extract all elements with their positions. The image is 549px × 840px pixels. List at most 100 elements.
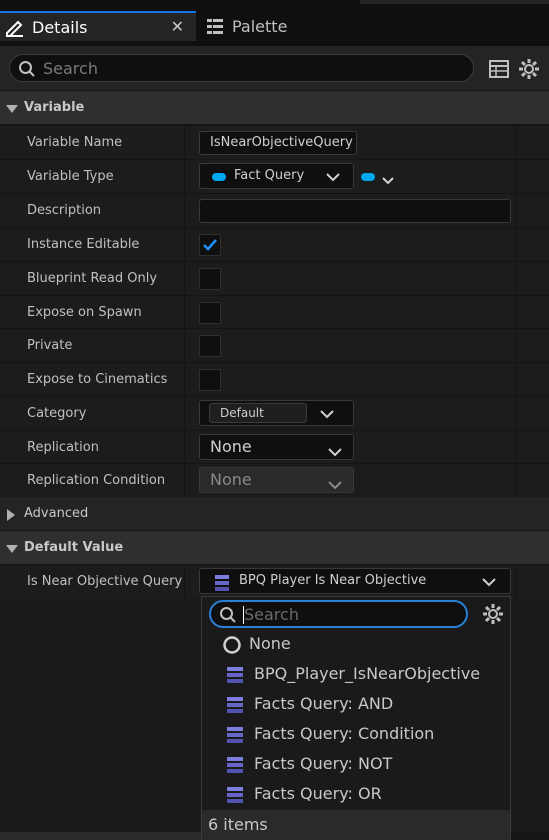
list-item[interactable]: Facts Query: AND	[202, 690, 510, 720]
list-item-label: Facts Query: NOT	[254, 754, 393, 773]
is-near-objective-query-label: Is Near Objective Query	[27, 574, 183, 589]
row-divider	[184, 464, 185, 498]
section-default-value[interactable]: Default Value	[0, 531, 549, 564]
row-replication: Replication None	[0, 430, 549, 465]
row-divider	[516, 160, 517, 194]
list-item[interactable]: Facts Query: Condition	[202, 720, 510, 750]
search-icon	[219, 606, 237, 628]
row-instance-editable: Instance Editable	[0, 227, 549, 262]
section-advanced-label: Advanced	[24, 506, 89, 521]
pin-type-icon	[212, 173, 226, 181]
replication-condition-dropdown[interactable]: None	[199, 467, 354, 493]
list-item[interactable]: BPQ_Player_IsNearObjective	[202, 660, 510, 690]
gear-icon[interactable]	[518, 58, 540, 80]
row-divider	[184, 160, 185, 194]
list-item-label: BPQ_Player_IsNearObjective	[254, 664, 481, 683]
list-item[interactable]: Facts Query: NOT	[202, 750, 510, 780]
category-label: Category	[27, 406, 87, 421]
checkmark-icon	[202, 237, 218, 257]
blueprint-read-only-checkbox[interactable]	[199, 268, 221, 290]
gear-icon[interactable]	[482, 603, 504, 629]
replication-label: Replication	[27, 440, 99, 455]
category-combo[interactable]: Default	[199, 400, 354, 426]
row-divider	[516, 329, 517, 363]
replication-dropdown[interactable]: None	[199, 434, 354, 460]
row-variable-name: Variable Name IsNearObjectiveQuery	[0, 125, 549, 160]
is-near-objective-query-dropdown[interactable]: BPQ Player Is Near Objective	[199, 568, 511, 594]
asset-picker-search-placeholder: Search	[244, 605, 299, 624]
asset-stack-icon	[224, 724, 246, 746]
tab-palette[interactable]: Palette	[200, 11, 350, 41]
private-checkbox[interactable]	[199, 335, 221, 357]
search-icon	[18, 60, 36, 82]
chevron-down-icon	[382, 171, 394, 190]
asset-stack-icon	[224, 694, 246, 716]
row-divider	[184, 296, 185, 330]
expose-to-cinematics-checkbox[interactable]	[199, 369, 221, 391]
asset-stack-icon	[212, 572, 232, 596]
private-label: Private	[27, 338, 73, 353]
instance-editable-checkbox[interactable]	[199, 234, 221, 256]
row-divider	[516, 262, 517, 296]
pencil-icon	[4, 16, 26, 38]
tab-details-label: Details	[32, 17, 88, 37]
row-blueprint-read-only: Blueprint Read Only	[0, 261, 549, 296]
circle-icon	[222, 635, 244, 657]
row-divider	[184, 363, 185, 397]
table-view-icon[interactable]	[488, 58, 510, 80]
description-label: Description	[27, 203, 102, 218]
row-divider	[516, 397, 517, 431]
asset-stack-icon	[224, 754, 246, 776]
asset-picker-search-input[interactable]: Search	[209, 600, 468, 628]
pin-type-icon	[361, 173, 375, 181]
description-input[interactable]	[199, 199, 511, 223]
row-divider	[184, 431, 185, 465]
chevron-down-icon	[326, 171, 340, 186]
expose-on-spawn-checkbox[interactable]	[199, 302, 221, 324]
replication-condition-value: None	[210, 470, 252, 489]
row-description: Description	[0, 193, 549, 228]
container-type-dropdown[interactable]	[360, 166, 400, 188]
row-divider	[516, 194, 517, 228]
collapsed-arrow-icon	[6, 508, 16, 521]
instance-editable-label: Instance Editable	[27, 237, 140, 252]
row-divider	[516, 363, 517, 397]
section-default-value-label: Default Value	[24, 540, 124, 555]
row-expose-on-spawn: Expose on Spawn	[0, 295, 549, 330]
variable-type-dropdown[interactable]: Fact Query	[199, 163, 354, 189]
row-private: Private	[0, 328, 549, 363]
blueprint-read-only-label: Blueprint Read Only	[27, 271, 158, 286]
chevron-down-icon	[328, 442, 342, 461]
section-advanced[interactable]: Advanced	[0, 497, 549, 530]
row-divider	[516, 565, 517, 599]
section-variable[interactable]: Variable	[0, 91, 549, 124]
expanded-arrow-icon	[6, 103, 18, 113]
expose-on-spawn-label: Expose on Spawn	[27, 305, 142, 320]
row-expose-to-cinematics: Expose to Cinematics	[0, 362, 549, 397]
asset-list: None BPQ_Player_IsNearObjective Facts Qu…	[202, 630, 510, 810]
variable-name-label: Variable Name	[27, 135, 123, 150]
list-icon	[204, 15, 226, 37]
list-item-label: Facts Query: AND	[254, 694, 394, 713]
row-divider	[184, 329, 185, 363]
details-search-row: Search	[0, 46, 549, 90]
list-item[interactable]: None	[202, 630, 510, 660]
row-divider	[184, 565, 185, 599]
tab-details[interactable]: Details ✕	[0, 11, 196, 41]
list-item-label: Facts Query: OR	[254, 784, 382, 803]
tab-palette-label: Palette	[232, 16, 288, 36]
details-search-input[interactable]: Search	[9, 54, 474, 82]
asset-stack-icon	[224, 664, 246, 686]
category-input[interactable]: Default	[209, 403, 307, 423]
list-item[interactable]: Facts Query: OR	[202, 780, 510, 810]
tab-strip	[360, 0, 549, 4]
row-divider	[184, 262, 185, 296]
row-variable-type: Variable Type Fact Query	[0, 159, 549, 194]
row-divider	[516, 431, 517, 465]
row-category: Category Default	[0, 396, 549, 431]
tab-bar: Details ✕ Palette	[0, 0, 549, 46]
expanded-arrow-icon	[6, 543, 18, 553]
asset-picker-popup: Search None BPQ_Player_IsNearObjective F…	[201, 596, 511, 840]
close-icon[interactable]: ✕	[171, 17, 184, 36]
variable-name-input[interactable]: IsNearObjectiveQuery	[199, 131, 357, 155]
